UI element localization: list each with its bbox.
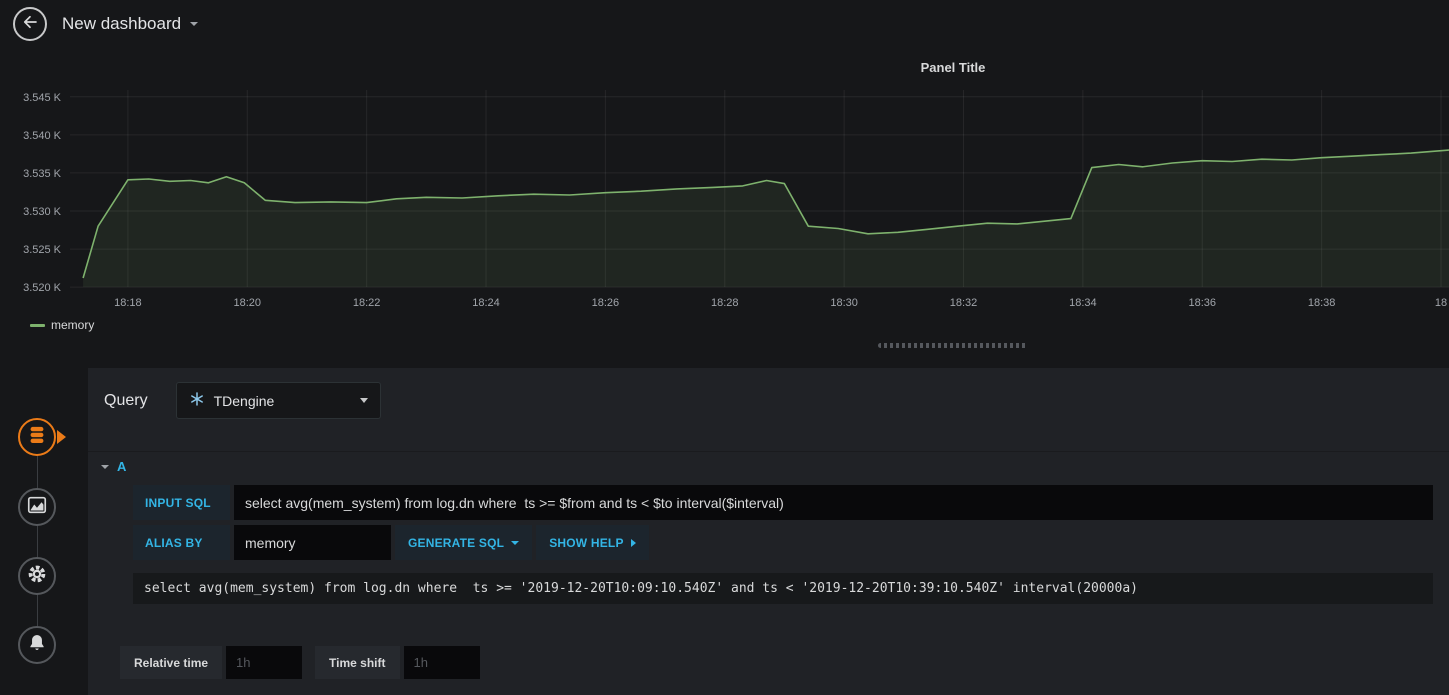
alias-by-field[interactable] [234,525,391,560]
relative-time-label: Relative time [120,646,223,679]
bell-icon [26,632,48,659]
dashboard-title: New dashboard [62,14,182,33]
query-section-label: Query [104,391,148,409]
svg-text:18:26: 18:26 [592,297,620,309]
show-help-button[interactable]: SHOW HELP [536,525,649,560]
query-options-row: Relative time Time shift [120,646,1433,679]
relative-time-field[interactable] [226,646,303,679]
query-header: Query TDengine [88,368,1449,431]
collapse-caret-icon [101,464,109,469]
time-shift-field[interactable] [403,646,480,679]
editor-tab-bar [0,368,88,695]
generate-sql-label: GENERATE SQL [408,535,505,550]
alias-by-label: ALIAS BY [133,525,230,560]
tab-connector-line [37,430,38,648]
graph-panel: Panel Title 18:18 18:20 18:22 18:24 18:26 18:… [10,52,1449,342]
svg-text:3.535 K: 3.535 K [23,168,62,180]
svg-text:18:18: 18:18 [114,297,142,309]
tab-visualization[interactable] [18,488,56,526]
chevron-down-icon [190,22,199,26]
query-form: INPUT SQL ALIAS BY GENERATE SQL SHOW HEL… [133,485,1433,565]
arrow-left-icon [21,13,39,36]
legend-label: memory [51,318,95,332]
tdengine-logo-icon [189,391,205,410]
show-help-label: SHOW HELP [549,535,624,550]
tab-general[interactable] [18,557,56,595]
input-sql-field[interactable] [234,485,1433,520]
tab-queries[interactable] [18,418,56,456]
chart-icon [26,494,48,521]
generate-sql-button[interactable]: GENERATE SQL [395,525,533,560]
query-editor-panel: Query TDengine A INPUT SQL select avg(me… [88,368,1449,695]
database-icon [26,424,48,451]
svg-text:18:22: 18:22 [353,297,381,309]
svg-text:3.530 K: 3.530 K [23,206,62,218]
svg-text:3.540 K: 3.540 K [23,130,62,142]
grafana-page: New dashboard Panel Title 18:18 18:20 18:2… [0,0,1449,695]
panel-editor: Query TDengine A INPUT SQL select avg(me… [0,368,1449,695]
svg-text:18: 18 [1435,297,1447,309]
input-sql-row: INPUT SQL [133,485,1433,520]
timeseries-chart[interactable]: 18:18 18:20 18:22 18:24 18:26 18:28 18:30 18:32… [10,80,1449,320]
generated-sql-preview: select avg(mem_system) from log.dn where… [133,573,1433,604]
chevron-down-icon [511,540,520,545]
chevron-down-icon [359,398,368,403]
panel-title[interactable]: Panel Title [921,60,986,75]
svg-text:18:20: 18:20 [234,297,262,309]
dashboard-title-menu[interactable]: New dashboard [62,14,199,34]
horizontal-scrollbar-thumb[interactable] [878,343,1028,348]
datasource-name: TDengine [213,392,275,409]
datasource-picker[interactable]: TDengine [175,382,381,419]
tab-alert[interactable] [18,626,56,664]
gear-icon [26,563,48,590]
svg-text:3.545 K: 3.545 K [23,92,62,104]
back-button[interactable] [13,7,47,41]
input-sql-label: INPUT SQL [133,485,230,520]
alias-by-row: ALIAS BY GENERATE SQL SHOW HELP [133,525,1433,560]
svg-text:3.525 K: 3.525 K [23,244,62,256]
legend-color-swatch [30,323,45,327]
svg-text:18:30: 18:30 [830,297,858,309]
svg-text:18:34: 18:34 [1069,297,1097,309]
query-ref-id: A [117,459,127,474]
legend-item-memory[interactable]: memory [30,318,94,332]
svg-text:18:38: 18:38 [1308,297,1336,309]
query-ref-row[interactable]: A [88,451,1449,481]
svg-text:18:28: 18:28 [711,297,739,309]
active-tab-arrow-icon [57,430,66,444]
svg-text:18:24: 18:24 [472,297,500,309]
svg-text:18:36: 18:36 [1188,297,1216,309]
svg-text:3.520 K: 3.520 K [23,282,62,294]
top-bar: New dashboard [0,0,1449,48]
svg-text:18:32: 18:32 [950,297,978,309]
time-shift-label: Time shift [315,646,400,679]
chevron-right-icon [630,538,636,547]
